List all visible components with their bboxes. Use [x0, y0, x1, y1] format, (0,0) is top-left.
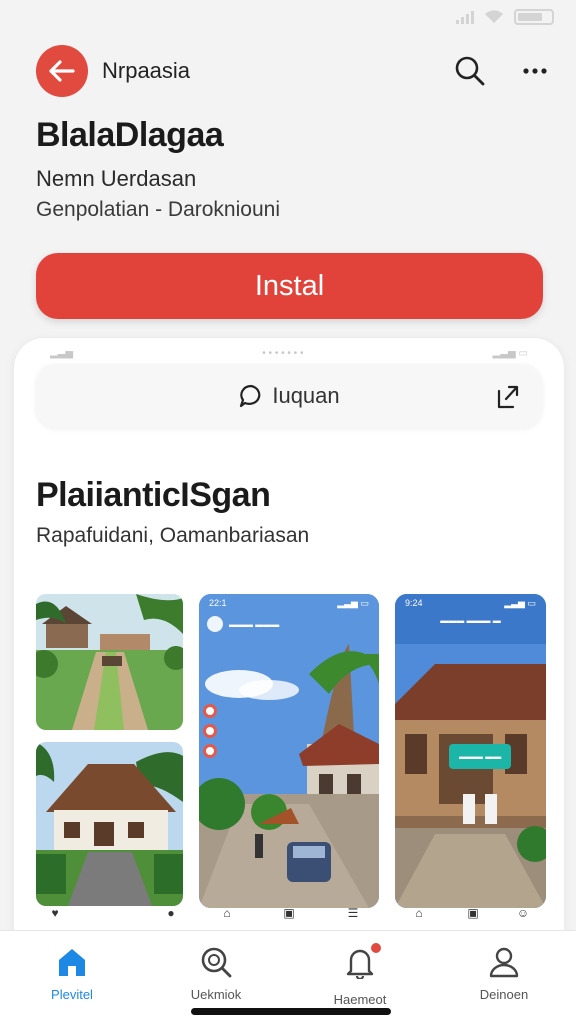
nav-label-home: Plevitel	[51, 987, 93, 1002]
square-mini-icon: ▣	[283, 906, 295, 920]
screenshot-phone-veranda[interactable]: 9:24 ▂▃▅ ▭ ▬▬▬ ▬▬▬ ▬ ▬▬▬ ▬▬	[395, 594, 546, 908]
app-name: BlalaDlagaa	[36, 116, 224, 154]
nav-item-search[interactable]: Uekmiok	[156, 931, 276, 1002]
install-button[interactable]: Instal	[36, 253, 543, 319]
preview-card: ▂▃▅ • • • • • • • ▂▃▅ ▭ Iuquan PlaiianticI…	[14, 338, 564, 998]
battery-icon	[514, 9, 554, 25]
screenshot-garden-path[interactable]	[36, 594, 183, 730]
preview-search-bar[interactable]: Iuquan	[36, 364, 542, 428]
top-bar: Nrpaasia	[36, 44, 548, 98]
home-icon	[59, 949, 85, 976]
search-icon	[201, 947, 232, 978]
nav-label-profile: Deinoen	[479, 987, 529, 1002]
search-icon	[455, 56, 485, 86]
home-indicator[interactable]	[191, 1008, 391, 1015]
back-button[interactable]	[36, 45, 88, 97]
square-mini-icon-2: ▣	[467, 906, 479, 920]
chat-bubble-icon	[240, 384, 261, 408]
home-mini-icon-2: ⌂	[415, 906, 423, 920]
screenshot-phone-street[interactable]: 22:1 ▂▃▅ ▭ ▬▬▬ ▬▬▬	[199, 594, 379, 908]
more-horizontal-icon	[523, 68, 547, 74]
list-mini-icon: ☰	[347, 906, 359, 920]
arrow-left-icon	[49, 60, 75, 82]
heart-icon: ♥	[51, 906, 59, 920]
screenshot-nav-icons: ♥ ● ⌂ ▣ ☰ ⌂ ▣ ☺	[0, 906, 576, 930]
status-bar	[0, 0, 576, 34]
nav-label-search: Uekmiok	[190, 987, 242, 1002]
preview-title: PlaiianticISgan	[36, 476, 271, 514]
share-button[interactable]	[494, 382, 522, 415]
share-icon	[497, 385, 519, 409]
nav-label-notifications: Haemeot	[333, 992, 387, 1007]
search-button[interactable]	[454, 55, 486, 87]
nav-item-notifications[interactable]: Haemeot	[300, 931, 420, 1007]
wifi-icon	[485, 10, 503, 23]
person-icon	[489, 947, 519, 978]
nav-item-profile[interactable]: Deinoen	[444, 931, 564, 1002]
preview-status-bar: ▂▃▅ • • • • • • • ▂▃▅ ▭	[50, 348, 528, 359]
nav-item-home[interactable]: Plevitel	[12, 931, 132, 1002]
person-mini-icon: ☺	[516, 906, 530, 920]
more-options-button[interactable]	[522, 67, 548, 75]
app-category: Genpolatian - Darokniouni	[36, 198, 280, 221]
top-bar-title: Nrpaasia	[102, 58, 191, 83]
screenshot-house[interactable]	[36, 742, 183, 906]
screenshot-gallery: 22:1 ▂▃▅ ▭ ▬▬▬ ▬▬▬ 9:24 ▂▃▅ ▭ ▬▬▬ ▬▬▬ ▬ …	[36, 594, 546, 934]
signal-icon	[456, 10, 474, 24]
notification-badge	[371, 943, 381, 953]
preview-subtitle: Rapafuidani, Oamanbariasan	[36, 524, 310, 547]
home-mini-icon: ⌂	[223, 906, 231, 920]
developer-name: Nemn Uerdasan	[36, 166, 197, 191]
preview-search-label: Iuquan	[272, 383, 340, 408]
dot-icon: ●	[167, 906, 175, 920]
